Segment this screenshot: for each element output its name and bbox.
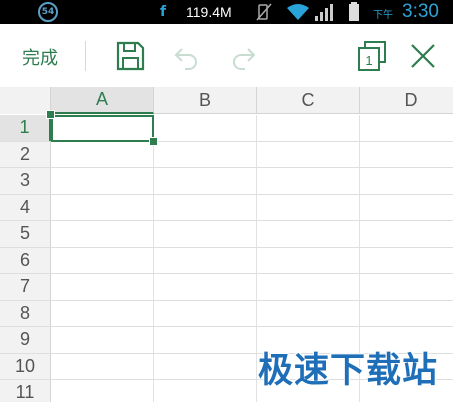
- table-row: 5: [0, 221, 453, 248]
- row-header[interactable]: 8: [0, 300, 51, 326]
- editor-toolbar: 完成 1: [0, 24, 453, 87]
- ampm-label: 下午: [373, 10, 393, 21]
- cell[interactable]: [51, 327, 154, 353]
- clock: 3:30: [402, 1, 439, 22]
- cell[interactable]: [360, 142, 453, 168]
- cell[interactable]: [51, 247, 154, 273]
- cell[interactable]: [360, 274, 453, 300]
- cell[interactable]: [154, 194, 257, 220]
- status-bar: 54 f 119.4M 下午 3:30: [0, 0, 453, 24]
- column-header-d[interactable]: D: [360, 87, 453, 114]
- cell[interactable]: [154, 274, 257, 300]
- signal-icon: [315, 4, 333, 21]
- cell[interactable]: [154, 300, 257, 326]
- table-row: 8: [0, 300, 453, 327]
- row-header[interactable]: 5: [0, 221, 51, 247]
- cell[interactable]: [360, 168, 453, 194]
- row-header[interactable]: 7: [0, 274, 51, 300]
- cell[interactable]: [154, 247, 257, 273]
- cell[interactable]: [257, 221, 360, 247]
- cell[interactable]: [51, 194, 154, 220]
- cell[interactable]: [51, 274, 154, 300]
- cell[interactable]: [51, 300, 154, 326]
- table-row: 3: [0, 168, 453, 195]
- cell[interactable]: [51, 353, 154, 379]
- cell[interactable]: [154, 327, 257, 353]
- sheets-button[interactable]: 1: [354, 38, 390, 74]
- row-header[interactable]: 6: [0, 247, 51, 273]
- cell[interactable]: [154, 353, 257, 379]
- sheets-icon: 1: [358, 41, 386, 71]
- cell[interactable]: [51, 380, 154, 402]
- cell[interactable]: [154, 221, 257, 247]
- close-button[interactable]: [405, 38, 441, 74]
- close-icon: [411, 44, 435, 68]
- cell[interactable]: [51, 221, 154, 247]
- row-header[interactable]: 11: [0, 380, 51, 402]
- cell[interactable]: [154, 168, 257, 194]
- cell[interactable]: [360, 115, 453, 141]
- column-header-a[interactable]: A: [51, 87, 154, 114]
- cell[interactable]: [257, 168, 360, 194]
- cell[interactable]: [360, 248, 453, 274]
- save-icon: [116, 41, 145, 71]
- cell[interactable]: [51, 168, 154, 194]
- row-header[interactable]: 1: [0, 115, 51, 141]
- cell[interactable]: [257, 247, 360, 273]
- column-header-c[interactable]: C: [257, 87, 360, 114]
- undo-icon: [174, 48, 197, 70]
- table-row: 4: [0, 194, 453, 221]
- row-header[interactable]: 9: [0, 327, 51, 353]
- selection-handle-top-left[interactable]: [46, 110, 55, 119]
- cell[interactable]: [154, 115, 257, 141]
- cell[interactable]: [51, 141, 154, 167]
- select-all-corner[interactable]: [0, 87, 51, 114]
- save-button[interactable]: [112, 38, 148, 74]
- network-speed: 119.4M: [186, 4, 232, 20]
- column-header-b[interactable]: B: [154, 87, 257, 114]
- cell[interactable]: [154, 380, 257, 402]
- cell[interactable]: [257, 115, 360, 141]
- column-header-row: A B C D: [0, 87, 453, 114]
- toolbar-divider: [85, 41, 86, 71]
- table-row: 7: [0, 274, 453, 301]
- watermark: 极速下载站: [258, 351, 439, 391]
- done-button[interactable]: 完成: [22, 44, 58, 70]
- row-header[interactable]: 3: [0, 168, 51, 194]
- cell[interactable]: [257, 274, 360, 300]
- carrier-icon: f: [160, 4, 167, 20]
- notification-badge: 54: [38, 2, 58, 22]
- vibrate-off-icon: [256, 3, 272, 21]
- cell[interactable]: [257, 300, 360, 326]
- battery-icon: [349, 2, 359, 21]
- cell[interactable]: [360, 221, 453, 247]
- cell[interactable]: [360, 301, 453, 327]
- selected-cell-a1[interactable]: [51, 115, 154, 142]
- row-header[interactable]: 2: [0, 141, 51, 167]
- selection-handle-bottom-right[interactable]: [149, 137, 158, 146]
- cell[interactable]: [154, 141, 257, 167]
- row-header[interactable]: 10: [0, 353, 51, 379]
- table-row: 6: [0, 247, 453, 274]
- redo-icon: [233, 48, 256, 70]
- cell[interactable]: [257, 194, 360, 220]
- sheet-count: 1: [365, 53, 372, 68]
- table-row: 2: [0, 141, 453, 168]
- redo-button[interactable]: [226, 38, 262, 74]
- wifi-icon: [287, 4, 309, 20]
- cell[interactable]: [360, 195, 453, 221]
- row-header[interactable]: 4: [0, 194, 51, 220]
- cell[interactable]: [257, 141, 360, 167]
- undo-button[interactable]: [168, 38, 204, 74]
